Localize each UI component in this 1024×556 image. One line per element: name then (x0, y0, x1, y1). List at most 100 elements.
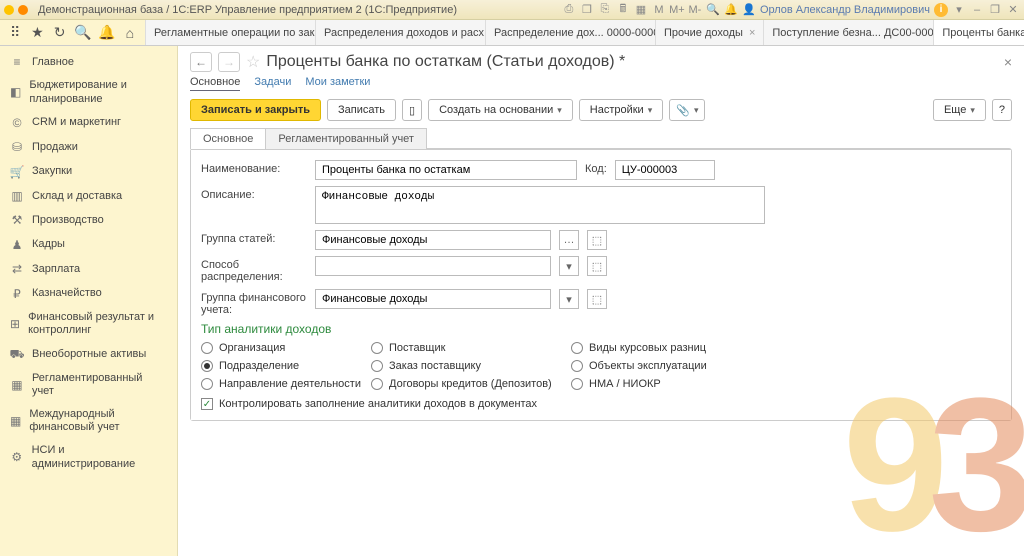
subnav-notes[interactable]: Мои заметки (305, 76, 370, 91)
maximize-icon[interactable]: ❐ (988, 3, 1002, 17)
sidebar-item[interactable]: ⇄ Зарплата (0, 257, 177, 281)
panel-tabs: Основное Регламентированный учет (190, 127, 1012, 148)
radio-supplier[interactable]: Поставщик (371, 342, 561, 354)
radio-credit[interactable]: Договоры кредитов (Депозитов) (371, 378, 561, 390)
m-plus-icon[interactable]: M+ (670, 3, 684, 17)
dropdown-button[interactable]: ▾ (559, 289, 579, 309)
calendar-icon[interactable]: ▦ (634, 3, 648, 17)
sidebar-item[interactable]: ©CRM и маркетинг (0, 111, 177, 135)
dots-button[interactable]: … (559, 230, 579, 250)
tab[interactable]: Прочие доходы× (656, 20, 764, 45)
name-input[interactable] (315, 160, 577, 180)
sidebar-item[interactable]: ◧Бюджетирование и планирование (0, 74, 177, 110)
fingroup-label: Группа финансового учета: (201, 289, 307, 316)
back-button[interactable]: ← (190, 52, 212, 72)
tab[interactable]: Распределение дох... 0000-000002× (486, 20, 656, 45)
favorite-star-icon[interactable]: ☆ (246, 52, 260, 72)
apps-icon[interactable]: ⠿ (8, 25, 22, 41)
m-icon[interactable]: M (652, 3, 666, 17)
bell-icon[interactable]: 🔔 (99, 25, 115, 41)
bell-icon[interactable]: 🔔 (724, 3, 738, 17)
sidebar-item[interactable]: 🛒Закупки (0, 160, 177, 184)
sidebar-item-label: Зарплата (32, 263, 80, 276)
user-name[interactable]: Орлов Александр Владимирович (760, 4, 930, 16)
open-button[interactable]: ⬚ (587, 230, 607, 250)
sidebar-item[interactable]: ▦Регламентированный учет (0, 367, 177, 403)
tab-active[interactable]: Проценты банка по остаткам (С...× (934, 20, 1024, 45)
radio-icon (371, 360, 383, 372)
user-icon[interactable]: 👤 (742, 3, 756, 17)
tab-label: Регламентные операции по закр... (154, 27, 316, 39)
search-icon[interactable]: 🔍 (75, 25, 91, 41)
sidebar-item[interactable]: ⊞Финансовый результат и контроллинг (0, 306, 177, 342)
search-icon[interactable]: 🔍 (706, 3, 720, 17)
link-icon[interactable]: ⎘ (598, 3, 612, 17)
sidebar-item[interactable]: ₽Казначейство (0, 282, 177, 306)
open-button[interactable]: ⬚ (587, 289, 607, 309)
history-icon[interactable]: ↻ (53, 25, 67, 41)
radio-objects[interactable]: Объекты эксплуатации (571, 360, 741, 372)
window-titlebar: Демонстрационная база / 1С:ERP Управлени… (0, 0, 1024, 20)
forward-button[interactable]: → (218, 52, 240, 72)
minimize-icon[interactable]: – (970, 3, 984, 17)
intl-icon: ▦ (10, 414, 21, 428)
sidebar-item[interactable]: ⚒Производство (0, 208, 177, 232)
more-button[interactable]: Еще▾ (933, 99, 986, 121)
info-icon[interactable]: i (934, 3, 948, 17)
tab-label: Проценты банка по остаткам (С... (942, 27, 1024, 39)
radio-direction[interactable]: Направление деятельности (201, 378, 361, 390)
create-based-button[interactable]: Создать на основании▾ (428, 99, 573, 121)
radio-icon (571, 378, 583, 390)
subnav-main[interactable]: Основное (190, 76, 240, 91)
dropdown-button[interactable]: ▾ (559, 256, 579, 276)
radio-org[interactable]: Организация (201, 342, 361, 354)
settings-button[interactable]: Настройки▾ (579, 99, 663, 121)
close-icon[interactable]: ✕ (1006, 3, 1020, 17)
radio-order[interactable]: Заказ поставщику (371, 360, 561, 372)
save-close-button[interactable]: Записать и закрыть (190, 99, 321, 121)
sidebar-item[interactable]: ⛁Продажи (0, 135, 177, 159)
caret-down-icon[interactable]: ▾ (952, 3, 966, 17)
star-icon[interactable]: ★ (30, 25, 44, 41)
attach-button[interactable]: 📎▾ (669, 99, 705, 121)
sidebar-item[interactable]: ≡Главное (0, 50, 177, 74)
group-input[interactable] (315, 230, 551, 250)
tab[interactable]: Регламентные операции по закр...× (146, 20, 316, 45)
doc-icon[interactable]: ❐ (580, 3, 594, 17)
dist-input[interactable] (315, 256, 551, 276)
sidebar-item[interactable]: ⚙НСИ и администрирование (0, 439, 177, 475)
sidebar-item[interactable]: ▥Склад и доставка (0, 184, 177, 208)
radio-fx[interactable]: Виды курсовых разниц (571, 342, 741, 354)
panel-tab-main[interactable]: Основное (190, 128, 266, 149)
tab[interactable]: Поступление безна... ДС00-000023× (764, 20, 934, 45)
save-button[interactable]: Записать (327, 99, 396, 121)
help-button[interactable]: ? (992, 99, 1012, 121)
tab[interactable]: Распределения доходов и расх...× (316, 20, 486, 45)
sidebar: ≡Главное ◧Бюджетирование и планирование … (0, 46, 178, 556)
desc-textarea[interactable]: Финансовые доходы (315, 186, 765, 224)
code-input[interactable] (615, 160, 715, 180)
subnav-tasks[interactable]: Задачи (254, 76, 291, 91)
tab-close-icon[interactable]: × (749, 27, 755, 39)
fingroup-input[interactable] (315, 289, 551, 309)
production-icon: ⚒ (10, 213, 24, 227)
control-checkbox[interactable]: ✓ Контролировать заполнение аналитики до… (201, 398, 1001, 410)
calc-icon[interactable]: 🖩 (616, 3, 630, 17)
radio-dept[interactable]: Подразделение (201, 360, 361, 372)
sidebar-item[interactable]: ⛟Внеоборотные активы (0, 342, 177, 366)
m-minus-icon[interactable]: M- (688, 3, 702, 17)
open-button[interactable]: ⬚ (587, 256, 607, 276)
home-icon[interactable]: ⌂ (123, 25, 137, 41)
purchases-icon: 🛒 (10, 165, 24, 179)
panel-tab-reg[interactable]: Регламентированный учет (265, 128, 427, 149)
page-close-icon[interactable]: × (1004, 54, 1012, 70)
doc-button[interactable]: ▯ (402, 99, 422, 121)
print-icon[interactable]: ⎙ (562, 3, 576, 17)
radio-label: НМА / НИОКР (589, 378, 661, 390)
radio-icon (201, 342, 213, 354)
sidebar-item[interactable]: ♟Кадры (0, 233, 177, 257)
sidebar-item[interactable]: ▦Международный финансовый учет (0, 403, 177, 439)
radio-nma[interactable]: НМА / НИОКР (571, 378, 741, 390)
budget-icon: ◧ (10, 85, 21, 99)
payroll-icon: ⇄ (10, 262, 24, 276)
